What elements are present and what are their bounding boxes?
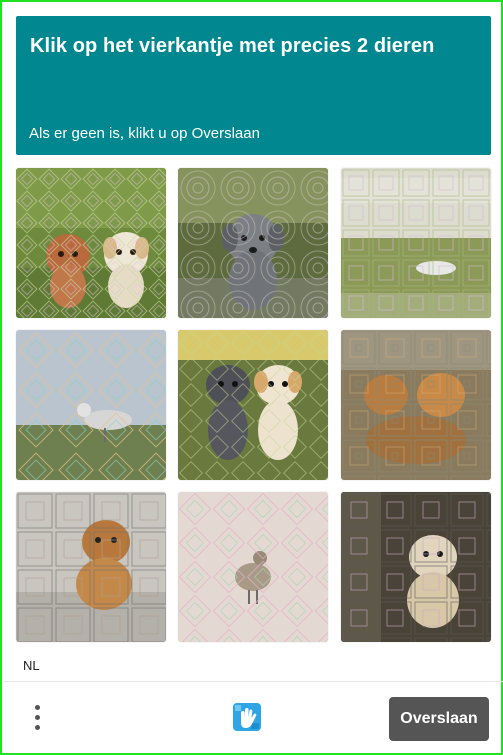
challenge-prompt: Klik op het vierkantje met precies 2 die…	[30, 35, 435, 57]
tile-1-image	[16, 168, 166, 318]
kebab-menu-icon[interactable]	[26, 699, 48, 737]
tile-4-image	[16, 330, 166, 480]
tile-5-image	[178, 330, 328, 480]
skip-button[interactable]: Overslaan	[389, 697, 489, 741]
menu-dot	[35, 715, 40, 720]
challenge-tile-3[interactable]	[341, 168, 491, 318]
challenge-instructions: Als er geen is, klikt u op Overslaan	[29, 125, 260, 142]
challenge-tile-6[interactable]	[341, 330, 491, 480]
menu-dot	[35, 705, 40, 710]
challenge-tile-2[interactable]	[178, 168, 328, 318]
challenge-tile-1[interactable]	[16, 168, 166, 318]
challenge-tile-5[interactable]	[178, 330, 328, 480]
challenge-header: Klik op het vierkantje met precies 2 die…	[16, 16, 491, 155]
tile-2-image	[178, 168, 328, 318]
tile-9-image	[341, 492, 491, 642]
menu-dot	[35, 725, 40, 730]
language-selector[interactable]: NL	[23, 658, 40, 673]
challenge-tile-9[interactable]	[341, 492, 491, 642]
challenge-tile-7[interactable]	[16, 492, 166, 642]
captcha-frame: Klik op het vierkantje met precies 2 die…	[0, 0, 503, 755]
tile-6-image	[341, 330, 491, 480]
tile-8-image	[178, 492, 328, 642]
tile-7-image	[16, 492, 166, 642]
hcaptcha-logo-icon	[231, 699, 263, 735]
challenge-tile-4[interactable]	[16, 330, 166, 480]
tile-3-image	[341, 168, 491, 318]
challenge-tile-8[interactable]	[178, 492, 328, 642]
footer-divider	[4, 681, 503, 682]
